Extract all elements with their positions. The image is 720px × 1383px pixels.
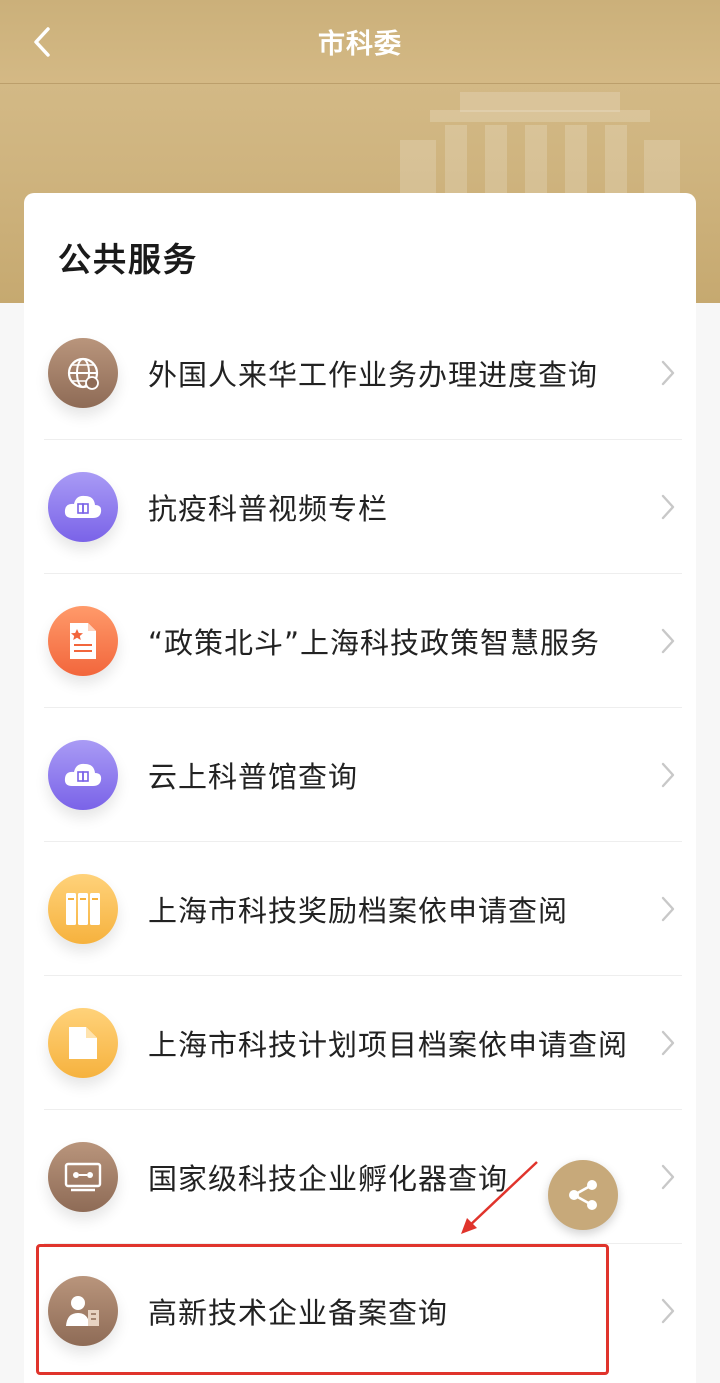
- chevron-right-icon: [658, 492, 678, 522]
- service-item-policy-beidou[interactable]: “政策北斗”上海科技政策智慧服务: [24, 574, 696, 708]
- archive-binders-icon: [48, 874, 118, 944]
- service-item-award-archives[interactable]: 上海市科技奖励档案依申请查阅: [24, 842, 696, 976]
- service-item-project-archives[interactable]: 上海市科技计划项目档案依申请查阅: [24, 976, 696, 1110]
- service-item-cloud-science-museum[interactable]: 云上科普馆查询: [24, 708, 696, 842]
- service-item-label: 上海市科技计划项目档案依申请查阅: [148, 1028, 629, 1062]
- folder-icon: [48, 1008, 118, 1078]
- page-title: 市科委: [318, 29, 402, 60]
- service-item-label: 抗疫科普视频专栏: [148, 492, 389, 526]
- service-item-label: 外国人来华工作业务办理进度查询: [148, 358, 599, 392]
- share-icon: [569, 1180, 597, 1210]
- building-illustration: [400, 92, 680, 210]
- chevron-right-icon: [658, 1296, 678, 1326]
- chevron-right-icon: [658, 894, 678, 924]
- chevron-right-icon: [658, 1162, 678, 1192]
- service-item-label: 上海市科技奖励档案依申请查阅: [148, 894, 569, 928]
- service-item-anti-epidemic-videos[interactable]: 抗疫科普视频专栏: [24, 440, 696, 574]
- service-item-foreigner-work-progress[interactable]: 外国人来华工作业务办理进度查询: [24, 306, 696, 440]
- cloud-book-icon: [48, 472, 118, 542]
- top-navigation-bar: 市科委: [0, 0, 720, 84]
- chevron-right-icon: [658, 760, 678, 790]
- enterprise-person-icon: [48, 1276, 118, 1346]
- chevron-right-icon: [658, 1028, 678, 1058]
- service-item-high-tech-enterprise-query[interactable]: 高新技术企业备案查询: [24, 1244, 696, 1378]
- incubator-screen-icon: [48, 1142, 118, 1212]
- document-star-icon: [48, 606, 118, 676]
- service-item-label: 高新技术企业备案查询: [148, 1296, 449, 1330]
- back-button[interactable]: [22, 22, 62, 62]
- chevron-right-icon: [658, 358, 678, 388]
- cloud-book-icon: [48, 740, 118, 810]
- service-item-label: “政策北斗”上海科技政策智慧服务: [148, 626, 601, 660]
- globe-icon: [48, 338, 118, 408]
- service-item-label: 国家级科技企业孵化器查询: [148, 1162, 509, 1196]
- service-item-label: 云上科普馆查询: [148, 760, 359, 794]
- chevron-left-icon: [34, 27, 50, 57]
- share-button[interactable]: [548, 1160, 618, 1230]
- section-title: 公共服务: [58, 240, 198, 279]
- chevron-right-icon: [658, 626, 678, 656]
